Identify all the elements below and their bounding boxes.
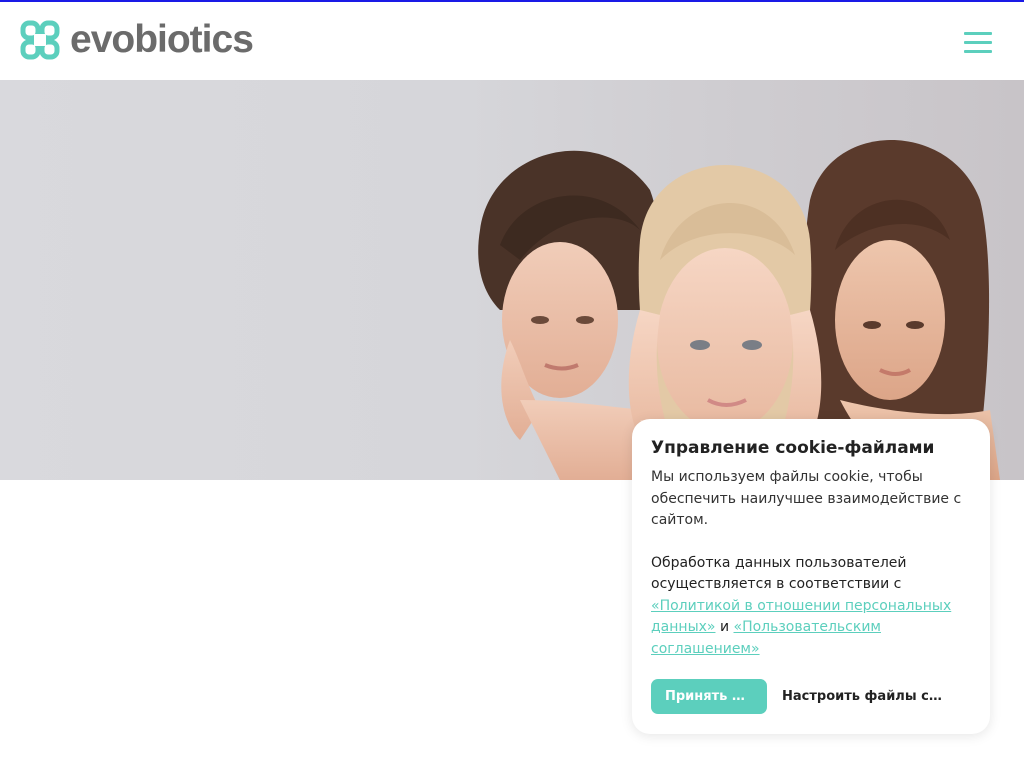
cookie-actions: Принять все Настроить файлы cookie bbox=[651, 679, 950, 714]
cookie-description: Мы используем файлы cookie, чтобы обеспе… bbox=[651, 469, 962, 528]
cookie-banner: Управление cookie-файлами Мы используем … bbox=[632, 419, 990, 734]
logo-icon bbox=[20, 20, 60, 60]
accept-cookies-button[interactable]: Принять все bbox=[651, 679, 767, 714]
conjunction-text: и bbox=[719, 619, 730, 635]
menu-button[interactable] bbox=[964, 32, 994, 54]
cookie-policy-text: Обработка данных пользователей осуществл… bbox=[651, 553, 971, 661]
cookie-title: Управление cookie-файлами bbox=[651, 438, 935, 458]
policy-prefix-text: Обработка данных пользователей осуществл… bbox=[651, 554, 907, 593]
logo-text: evobiotics bbox=[70, 18, 254, 61]
logo-link[interactable]: evobiotics bbox=[20, 18, 254, 61]
site-header: evobiotics bbox=[0, 2, 1024, 80]
cookie-settings-button[interactable]: Настроить файлы cookie bbox=[782, 689, 950, 704]
hamburger-menu-icon bbox=[964, 32, 992, 35]
